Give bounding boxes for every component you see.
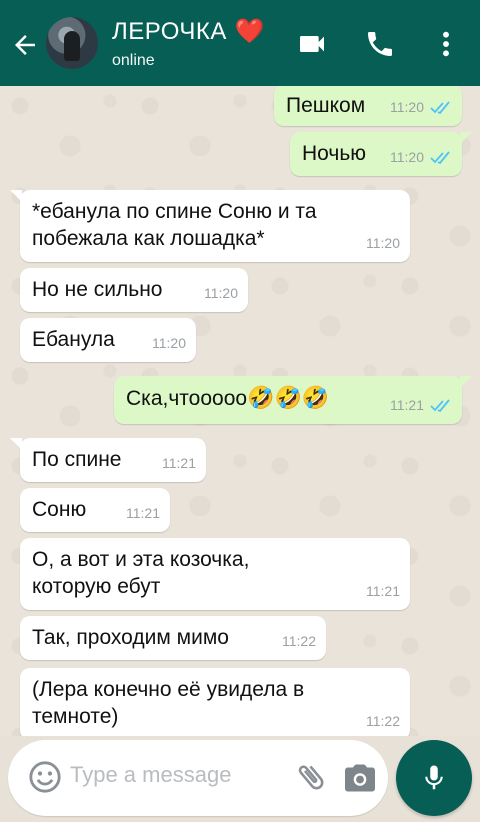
message-incoming[interactable]: Так, проходим мимо 11:22 [20,616,326,660]
message-incoming[interactable]: Соню 11:21 [20,488,170,532]
emoji-icon[interactable] [28,760,62,794]
heart-icon: ❤️ [234,18,266,45]
message-meta: 11:21 [390,392,452,419]
message-text: Так, проходим мимо [32,626,229,649]
message-time: 11:20 [390,99,424,115]
message-time: 11:20 [390,149,424,165]
message-outgoing[interactable]: Ночью 11:20 [290,132,472,176]
message-incoming[interactable]: *ебанула по спине Соню и та побежала как… [10,190,410,262]
chat-header: ЛЕРОЧКА ❤️ online [0,0,480,86]
message-meta: 11:20 [152,330,186,357]
message-text: О, а вот и эта козочка, которую ебут [32,548,250,598]
message-incoming[interactable]: Но не сильно 11:20 [20,268,248,312]
message-composer: Type a message [8,740,388,816]
video-call-icon[interactable] [296,28,328,60]
message-time: 11:22 [366,713,400,729]
message-meta: 11:22 [366,708,400,735]
double-check-icon [430,100,450,114]
message-meta: 11:21 [162,450,196,477]
message-meta: 11:21 [126,500,160,527]
message-list[interactable]: Пешком 11:20 Ночью 11:20 *ебанула по спи… [0,86,480,736]
message-outgoing[interactable]: Ска,чтоoooo🤣🤣🤣 11:21 [114,376,472,424]
camera-icon[interactable] [342,760,378,796]
message-text: (Лера конечно её увидела в темноте) [32,678,305,728]
message-incoming[interactable]: О, а вот и эта козочка, которую ебут 11:… [20,538,410,610]
message-time: 11:22 [282,633,316,649]
message-incoming[interactable]: (Лера конечно её увидела в темноте) 11:2… [20,668,410,736]
message-text: Ебанула [32,328,115,351]
contact-name: ЛЕРОЧКА [112,18,227,45]
message-time: 11:21 [390,397,424,413]
contact-info[interactable]: ЛЕРОЧКА ❤️ online [112,18,265,70]
message-meta: 11:20 [204,280,238,307]
phone-icon[interactable] [364,28,396,60]
message-incoming[interactable]: По спине 11:21 [10,438,206,482]
avatar[interactable] [46,17,98,69]
double-check-icon [430,398,450,412]
message-text: По спине [32,448,122,471]
message-meta: 11:20 [390,144,452,171]
message-input[interactable]: Type a message [70,762,231,788]
message-time: 11:21 [366,583,400,599]
rofl-emoji: 🤣🤣🤣 [247,385,330,410]
message-meta: 11:20 [390,94,452,121]
back-arrow-icon[interactable] [10,30,40,60]
paperclip-icon[interactable] [294,760,328,794]
message-meta: 11:20 [366,230,400,257]
mic-button[interactable] [396,740,472,816]
message-time: 11:21 [126,505,160,521]
message-time: 11:20 [152,335,186,351]
message-meta: 11:21 [366,578,400,605]
message-time: 11:20 [366,235,400,251]
message-text: Пешком [286,94,366,117]
message-time: 11:21 [162,455,196,471]
message-time: 11:20 [204,285,238,301]
message-text: Но не сильно [32,278,163,301]
message-outgoing[interactable]: Пешком 11:20 [274,86,462,126]
message-incoming[interactable]: Ебанула 11:20 [20,318,196,362]
message-meta: 11:22 [282,628,316,655]
message-text: Соню [32,498,87,521]
message-text: *ебанула по спине Соню и та побежала как… [32,200,317,250]
mic-icon [425,765,443,790]
contact-status: online [112,52,155,69]
double-check-icon [430,150,450,164]
more-vert-icon[interactable] [436,28,456,60]
message-text: Ска,чтоoooo [126,387,248,410]
message-text: Ночью [302,142,367,165]
